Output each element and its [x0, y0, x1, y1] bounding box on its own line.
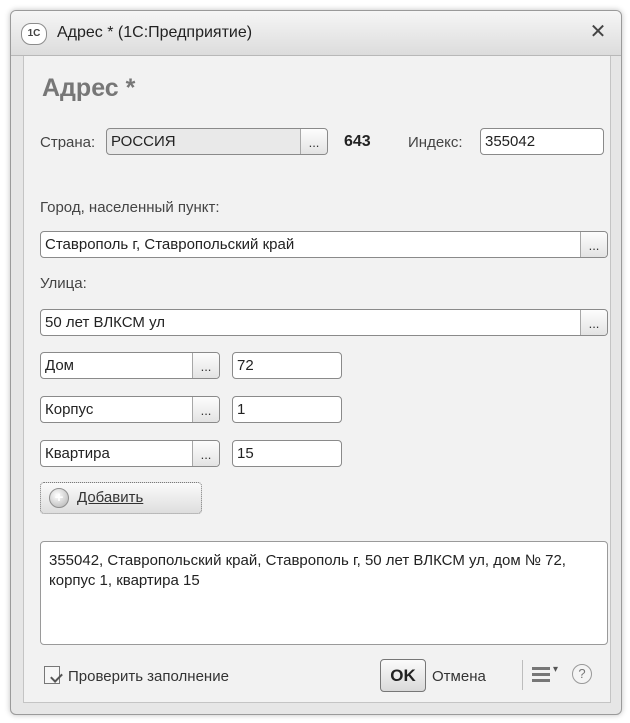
footer-divider	[522, 660, 523, 690]
form-title: Адрес *	[42, 74, 136, 102]
country-select-button[interactable]: ...	[300, 129, 327, 154]
street-label: Улица:	[40, 275, 87, 292]
help-icon[interactable]: ?	[572, 664, 592, 684]
menu-icon[interactable]	[532, 667, 550, 683]
apartment-number-input[interactable]: 15	[232, 440, 342, 467]
plus-circle-icon: +	[49, 488, 69, 508]
add-button[interactable]: + Добавить	[40, 482, 202, 514]
house-type-select-button[interactable]: ...	[192, 353, 219, 378]
index-label: Индекс:	[408, 134, 463, 151]
country-code: 643	[344, 133, 371, 150]
close-icon[interactable]: ✕	[587, 21, 609, 43]
building-type-value: Корпус	[45, 401, 94, 418]
add-button-label: Добавить	[77, 489, 144, 506]
city-field[interactable]: Ставрополь г, Ставропольский край ...	[40, 231, 608, 258]
country-field[interactable]: РОССИЯ ...	[106, 128, 328, 155]
form-content: Адрес * Страна: РОССИЯ ... 643 Индекс: 3…	[23, 56, 611, 703]
apartment-type-field[interactable]: Квартира ...	[40, 440, 220, 467]
city-value: Ставрополь г, Ставропольский край	[45, 236, 295, 253]
apartment-type-value: Квартира	[45, 445, 110, 462]
city-select-button[interactable]: ...	[580, 232, 607, 257]
building-number-input[interactable]: 1	[232, 396, 342, 423]
check-document-icon[interactable]	[44, 666, 60, 684]
building-type-field[interactable]: Корпус ...	[40, 396, 220, 423]
street-select-button[interactable]: ...	[580, 310, 607, 335]
apartment-type-select-button[interactable]: ...	[192, 441, 219, 466]
chevron-down-icon[interactable]: ▾	[553, 664, 558, 675]
address-dialog-window: 1С Адрес * (1С:Предприятие) ✕ Адрес * Ст…	[10, 10, 622, 715]
full-address-textarea[interactable]: 355042, Ставропольский край, Ставрополь …	[40, 541, 608, 645]
street-field[interactable]: 50 лет ВЛКСМ ул ...	[40, 309, 608, 336]
country-value: РОССИЯ	[111, 133, 176, 150]
index-input[interactable]: 355042	[480, 128, 604, 155]
cancel-button[interactable]: Отмена	[432, 668, 486, 685]
building-type-select-button[interactable]: ...	[192, 397, 219, 422]
title-bar[interactable]: 1С Адрес * (1С:Предприятие) ✕	[11, 11, 621, 56]
house-type-field[interactable]: Дом ...	[40, 352, 220, 379]
city-label: Город, населенный пункт:	[40, 199, 220, 216]
check-filling-link[interactable]: Проверить заполнение	[68, 668, 229, 685]
app-1c-icon[interactable]: 1С	[21, 23, 47, 45]
ok-button[interactable]: OK	[380, 659, 426, 692]
country-label: Страна:	[40, 134, 96, 151]
window-title: Адрес * (1С:Предприятие)	[57, 24, 253, 41]
house-type-value: Дом	[45, 357, 74, 374]
house-number-input[interactable]: 72	[232, 352, 342, 379]
street-value: 50 лет ВЛКСМ ул	[45, 314, 165, 331]
